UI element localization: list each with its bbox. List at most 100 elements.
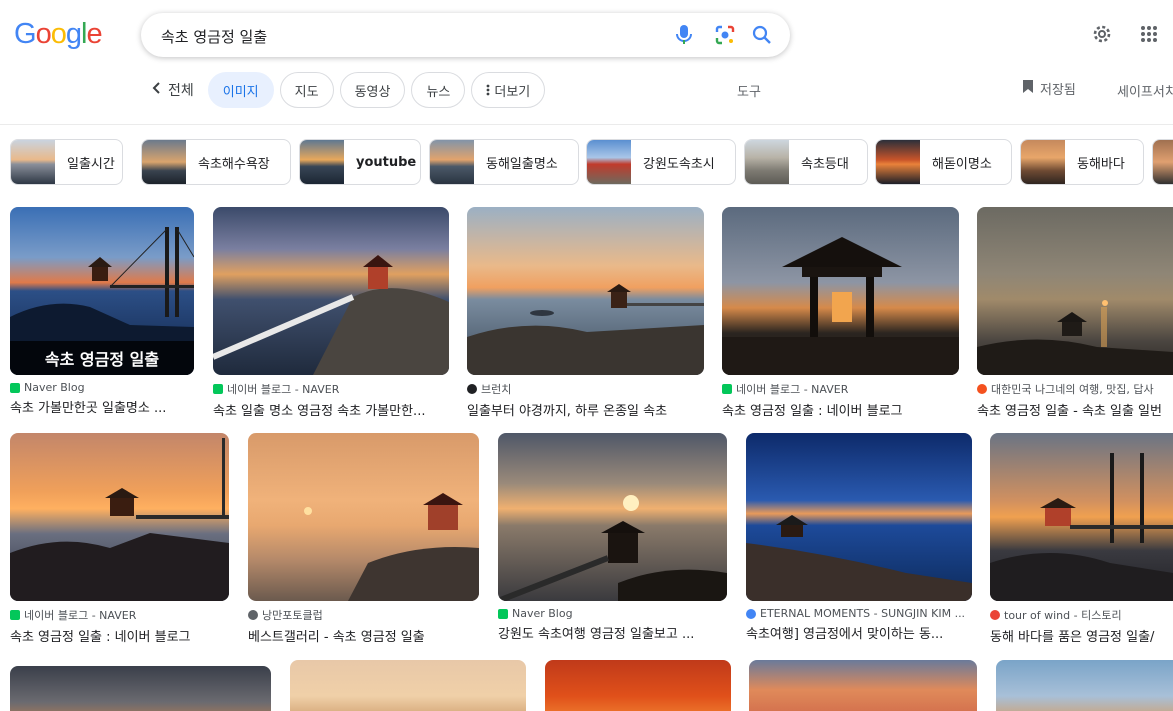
result-image[interactable] <box>467 207 704 375</box>
result-image[interactable] <box>722 207 959 375</box>
image-result[interactable] <box>290 660 526 711</box>
google-logo[interactable]: Google <box>14 18 103 51</box>
image-result[interactable]: Naver Blog 강원도 속초여행 영금정 일출보고 ... <box>498 433 727 642</box>
tab-more[interactable]: 더보기 <box>471 72 546 108</box>
tab-all[interactable]: 전체 <box>148 80 194 100</box>
result-image[interactable] <box>248 433 479 601</box>
result-image[interactable] <box>10 433 229 601</box>
result-title[interactable]: 속초 일출 명소 영금정 속초 가볼만한... <box>213 400 449 419</box>
tab-maps[interactable]: 지도 <box>279 72 334 108</box>
source-favicon-icon <box>498 608 508 619</box>
result-source[interactable]: 네이버 블로그 - NAVER <box>213 381 449 397</box>
result-image[interactable] <box>996 660 1173 711</box>
suggestion-label: 속초해수욕장 <box>198 156 270 172</box>
tab-images[interactable]: 이미지 <box>207 72 274 108</box>
image-result[interactable]: 네이버 블로그 - NAVER 속초 일출 명소 영금정 속초 가볼만한... <box>213 207 449 419</box>
result-title[interactable]: 속초 영금정 일출 - 속초 일출 일번 <box>977 400 1173 419</box>
suggestion-thumbnail <box>11 140 55 184</box>
tab-videos[interactable]: 동영상 <box>339 72 406 108</box>
result-title[interactable]: 동해 바다를 품은 영금정 일출/ <box>990 626 1173 645</box>
result-title[interactable]: 속초 영금정 일출 : 네이버 블로그 <box>722 400 959 419</box>
image-result[interactable]: 낭만포토클럽 베스트갤러리 - 속초 영금정 일출 <box>248 433 479 645</box>
result-source[interactable]: 네이버 블로그 - NAVER <box>722 381 959 397</box>
result-image[interactable] <box>746 433 972 601</box>
image-result[interactable] <box>996 660 1173 711</box>
image-result[interactable] <box>749 660 977 711</box>
result-source[interactable]: 낭만포토클럽 <box>248 607 479 623</box>
search-input[interactable]: 속초 영금정 일출 <box>161 26 267 47</box>
result-title[interactable]: 속초 가볼만한곳 일출명소 ... <box>10 397 194 416</box>
suggestion-chip[interactable]: 일출시간 <box>10 139 123 185</box>
result-image[interactable] <box>213 207 449 375</box>
result-source-label: Naver Blog <box>512 607 573 620</box>
image-result[interactable]: tour of wind - 티스토리 동해 바다를 품은 영금정 일출/ <box>990 433 1173 645</box>
suggestion-thumbnail <box>300 140 344 184</box>
result-image[interactable] <box>977 207 1173 375</box>
result-title[interactable]: 베스트갤러리 - 속초 영금정 일출 <box>248 626 479 645</box>
result-title[interactable]: 속초여행] 영금정에서 맞이하는 동... <box>746 623 972 642</box>
suggestion-chip[interactable]: 해돋이명소 <box>875 139 1012 185</box>
suggestion-chip[interactable]: 속초등대 <box>744 139 868 185</box>
result-title[interactable]: 강원도 속초여행 영금정 일출보고 ... <box>498 623 727 642</box>
apps-icon[interactable] <box>1137 22 1161 46</box>
result-image[interactable] <box>545 660 731 711</box>
safesearch-button[interactable]: 세이프서치 <box>1117 81 1173 100</box>
result-title[interactable]: 속초 영금정 일출 : 네이버 블로그 <box>10 626 229 645</box>
saved-label: 저장됨 <box>1040 83 1076 98</box>
result-image[interactable] <box>990 433 1173 601</box>
image-result[interactable] <box>545 660 731 711</box>
suggestion-label: 해돋이명소 <box>932 156 992 172</box>
result-source[interactable]: tour of wind - 티스토리 <box>990 607 1173 623</box>
tools-button[interactable]: 도구 <box>737 81 761 100</box>
result-source-label: 낭만포토클럽 <box>262 609 323 622</box>
result-overlay-text: 속초 영금정 일출 <box>10 341 194 375</box>
source-favicon-icon <box>977 384 987 394</box>
result-source[interactable]: 대한민국 나그네의 여행, 맛집, 답사 <box>977 381 1173 397</box>
source-favicon-icon <box>467 384 477 394</box>
result-source[interactable]: Naver Blog <box>498 607 727 620</box>
image-result[interactable]: ETERNAL MOMENTS - SUNGJIN KIM ... 속초여행] … <box>746 433 972 642</box>
search-box[interactable]: 속초 영금정 일출 <box>141 13 790 57</box>
result-source[interactable]: 네이버 블로그 - NAVER <box>10 607 229 623</box>
suggestion-chip[interactable]: youtube <box>299 139 421 185</box>
image-result[interactable]: 네이버 블로그 - NAVER 속초 영금정 일출 : 네이버 블로그 <box>10 433 229 645</box>
suggestion-chip[interactable]: 강원도속초시 <box>586 139 736 185</box>
suggestion-chip[interactable]: 속초해수욕장 <box>141 139 291 185</box>
result-image[interactable] <box>290 660 526 711</box>
result-image[interactable] <box>498 433 727 601</box>
suggestion-chip[interactable]: 동해일출명소 <box>429 139 579 185</box>
suggestion-label: 동해바다 <box>1077 156 1125 172</box>
lens-icon[interactable] <box>713 23 737 47</box>
tab-more-label: 더보기 <box>494 84 531 100</box>
result-source-label: 대한민국 나그네의 여행, 맛집, 답사 <box>991 383 1154 396</box>
image-result[interactable]: 속초 영금정 일출 Naver Blog 속초 가볼만한곳 일출명소 ... <box>10 207 194 416</box>
saved-button[interactable]: 저장됨 <box>1022 79 1076 98</box>
result-image[interactable] <box>749 660 977 711</box>
source-favicon-icon <box>10 382 20 393</box>
header-divider <box>0 124 1173 125</box>
suggestion-chip[interactable]: 동해바다 <box>1020 139 1144 185</box>
result-source-label: 네이버 블로그 - NAVER <box>24 609 137 622</box>
search-icon[interactable] <box>750 23 774 47</box>
source-favicon-icon <box>746 608 756 619</box>
suggestion-label: 속초등대 <box>801 156 849 172</box>
result-title[interactable]: 일출부터 야경까지, 하루 온종일 속초 <box>467 400 704 419</box>
result-image[interactable]: 속초 영금정 일출 <box>10 207 194 375</box>
result-source-label: 브런치 <box>481 383 512 396</box>
source-favicon-icon <box>722 384 732 394</box>
result-image[interactable] <box>10 666 271 711</box>
image-result[interactable]: 브런치 일출부터 야경까지, 하루 온종일 속초 <box>467 207 704 419</box>
source-favicon-icon <box>213 384 223 394</box>
image-result[interactable] <box>10 666 271 711</box>
result-source[interactable]: Naver Blog <box>10 381 194 394</box>
suggestion-chip[interactable] <box>1152 139 1173 185</box>
suggestion-thumbnail <box>876 140 920 184</box>
settings-icon[interactable] <box>1090 22 1114 46</box>
tab-news[interactable]: 뉴스 <box>411 72 466 108</box>
result-source[interactable]: ETERNAL MOMENTS - SUNGJIN KIM ... <box>746 607 972 620</box>
result-source[interactable]: 브런치 <box>467 381 704 397</box>
image-result[interactable]: 네이버 블로그 - NAVER 속초 영금정 일출 : 네이버 블로그 <box>722 207 959 419</box>
mic-icon[interactable] <box>672 23 696 47</box>
image-result[interactable]: 대한민국 나그네의 여행, 맛집, 답사 속초 영금정 일출 - 속초 일출 일… <box>977 207 1173 419</box>
source-favicon-icon <box>248 610 258 620</box>
